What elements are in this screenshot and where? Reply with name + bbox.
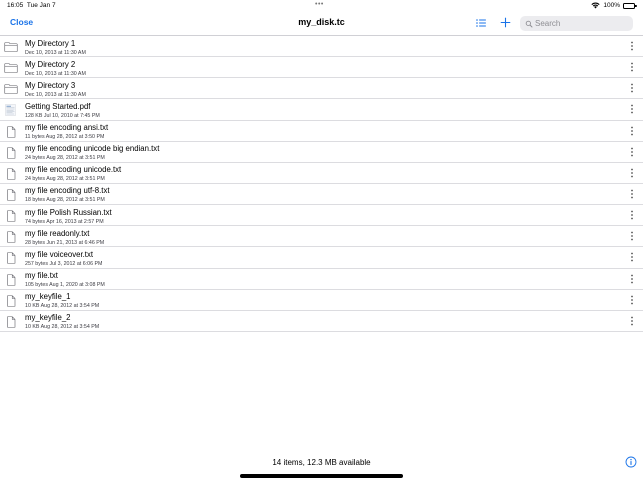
file-name: my file Polish Russian.txt (25, 207, 112, 217)
search-icon (525, 20, 533, 27)
document-icon (4, 230, 18, 243)
more-options-icon[interactable] (627, 146, 637, 158)
file-name: my file encoding ansi.txt (25, 123, 109, 133)
more-options-icon[interactable] (627, 251, 637, 263)
file-row[interactable]: my file Polish Russian.txt 74 bytes Apr 1… (0, 205, 643, 227)
navigation-bar: Close my_disk.tc (0, 12, 643, 36)
document-icon (4, 251, 18, 264)
home-indicator[interactable] (240, 474, 403, 478)
file-row[interactable]: my file encoding unicode big endian.txt 2… (0, 142, 643, 163)
file-details: Dec 10, 2013 at 11:30 AM (25, 49, 86, 56)
more-options-icon[interactable] (627, 61, 637, 73)
file-name: my file encoding unicode.txt (25, 165, 122, 175)
storage-status: 14 items, 12.3 MB available (272, 458, 371, 467)
file-row[interactable]: My Directory 1 Dec 10, 2013 at 11:30 AM (0, 36, 643, 58)
folder-icon (4, 82, 18, 95)
file-details: Dec 10, 2013 at 11:30 AM (25, 70, 86, 77)
more-options-icon[interactable] (627, 103, 637, 115)
file-details: 10 KB Aug 28, 2012 at 3:54 PM (25, 324, 100, 331)
battery-percent: 100% (603, 2, 620, 9)
file-details: Dec 10, 2013 at 11:30 AM (25, 91, 86, 98)
status-time: 16:05 Tue Jan 7 (7, 2, 56, 9)
file-details: 24 bytes Aug 28, 2012 at 3:51 PM (25, 155, 105, 162)
status-right: 100% (591, 2, 637, 9)
info-icon[interactable] (625, 456, 637, 468)
more-options-icon[interactable] (627, 40, 637, 52)
close-button[interactable]: Close (10, 17, 33, 27)
file-name: my_keyfile_2 (25, 313, 71, 323)
document-icon (4, 294, 18, 307)
file-row[interactable]: my_keyfile_2 10 KB Aug 28, 2012 at 3:54 P… (0, 311, 643, 332)
more-options-icon[interactable] (627, 315, 637, 327)
document-icon (4, 315, 18, 328)
file-name: my file.txt (25, 271, 58, 281)
file-details: 128 KB Jul 10, 2010 at 7:45 PM (25, 112, 100, 119)
file-name: my file voiceover.txt (25, 249, 94, 259)
file-row[interactable]: My Directory 3 Dec 10, 2013 at 11:30 AM (0, 78, 643, 100)
document-icon (4, 125, 18, 138)
file-row[interactable]: my_keyfile_1 10 KB Aug 28, 2012 at 3:54 P… (0, 290, 643, 311)
file-row[interactable]: my file voiceover.txt 257 bytes Jul 3, 20… (0, 247, 643, 269)
folder-icon (4, 61, 18, 74)
file-row[interactable]: Getting Started.pdf 128 KB Jul 10, 2010 a… (0, 99, 643, 121)
file-name: My Directory 2 (25, 59, 76, 69)
more-options-icon[interactable] (627, 209, 637, 221)
file-details: 18 bytes Aug 28, 2012 at 3:51 PM (25, 197, 105, 204)
document-icon (4, 188, 18, 201)
file-name: Getting Started.pdf (25, 101, 91, 111)
more-options-icon[interactable] (627, 230, 637, 242)
more-options-icon[interactable] (627, 82, 637, 94)
file-details: 105 bytes Aug 1, 2020 at 3:08 PM (25, 282, 105, 289)
file-details: 24 bytes Aug 28, 2012 at 3:51 PM (25, 176, 105, 183)
file-row[interactable]: my file readonly.txt 28 bytes Jun 21, 201… (0, 226, 643, 248)
more-options-icon[interactable] (627, 167, 637, 179)
document-icon (4, 209, 18, 222)
file-name: my file readonly.txt (25, 228, 90, 238)
file-list: My Directory 1 Dec 10, 2013 at 11:30 AM My… (0, 36, 643, 332)
search-field[interactable] (520, 16, 633, 31)
file-details: 28 bytes Jun 21, 2013 at 6:46 PM (25, 239, 105, 246)
battery-icon (623, 2, 637, 9)
document-icon (4, 273, 18, 286)
file-row[interactable]: my file.txt 105 bytes Aug 1, 2020 at 3:08… (0, 269, 643, 290)
file-row[interactable]: my file encoding unicode.txt 24 bytes Aug… (0, 163, 643, 184)
file-details: 11 bytes Aug 28, 2012 at 3:50 PM (25, 134, 105, 141)
clock-date: Tue Jan 7 (26, 2, 56, 9)
file-name: My Directory 3 (25, 80, 76, 90)
wifi-icon (591, 2, 600, 9)
status-bar: 16:05 Tue Jan 7 ••• 100% (0, 0, 643, 12)
file-row[interactable]: my file encoding ansi.txt 11 bytes Aug 28… (0, 121, 643, 142)
list-view-icon[interactable] (475, 17, 487, 29)
file-details: 10 KB Aug 28, 2012 at 3:54 PM (25, 303, 100, 310)
file-row[interactable]: My Directory 2 Dec 10, 2013 at 11:30 AM (0, 57, 643, 79)
file-name: my_keyfile_1 (25, 292, 71, 302)
file-details: 257 bytes Jul 3, 2012 at 6:06 PM (25, 260, 103, 267)
more-options-icon[interactable] (627, 125, 637, 137)
document-icon (4, 146, 18, 159)
document-icon (4, 167, 18, 180)
file-name: my file encoding utf-8.txt (25, 186, 110, 196)
file-details: 74 bytes Apr 16, 2013 at 2:57 PM (25, 218, 104, 225)
multitasking-dots-icon[interactable]: ••• (315, 1, 324, 8)
pdf-thumbnail-icon (4, 103, 18, 117)
clock-time: 16:05 (7, 2, 24, 9)
file-name: My Directory 1 (25, 38, 76, 48)
search-input[interactable] (535, 16, 629, 31)
more-options-icon[interactable] (627, 294, 637, 306)
file-row[interactable]: my file encoding utf-8.txt 18 bytes Aug 2… (0, 184, 643, 206)
plus-icon[interactable] (499, 16, 512, 29)
file-name: my file encoding unicode big endian.txt (25, 144, 160, 154)
more-options-icon[interactable] (627, 273, 637, 285)
more-options-icon[interactable] (627, 188, 637, 200)
folder-icon (4, 40, 18, 53)
